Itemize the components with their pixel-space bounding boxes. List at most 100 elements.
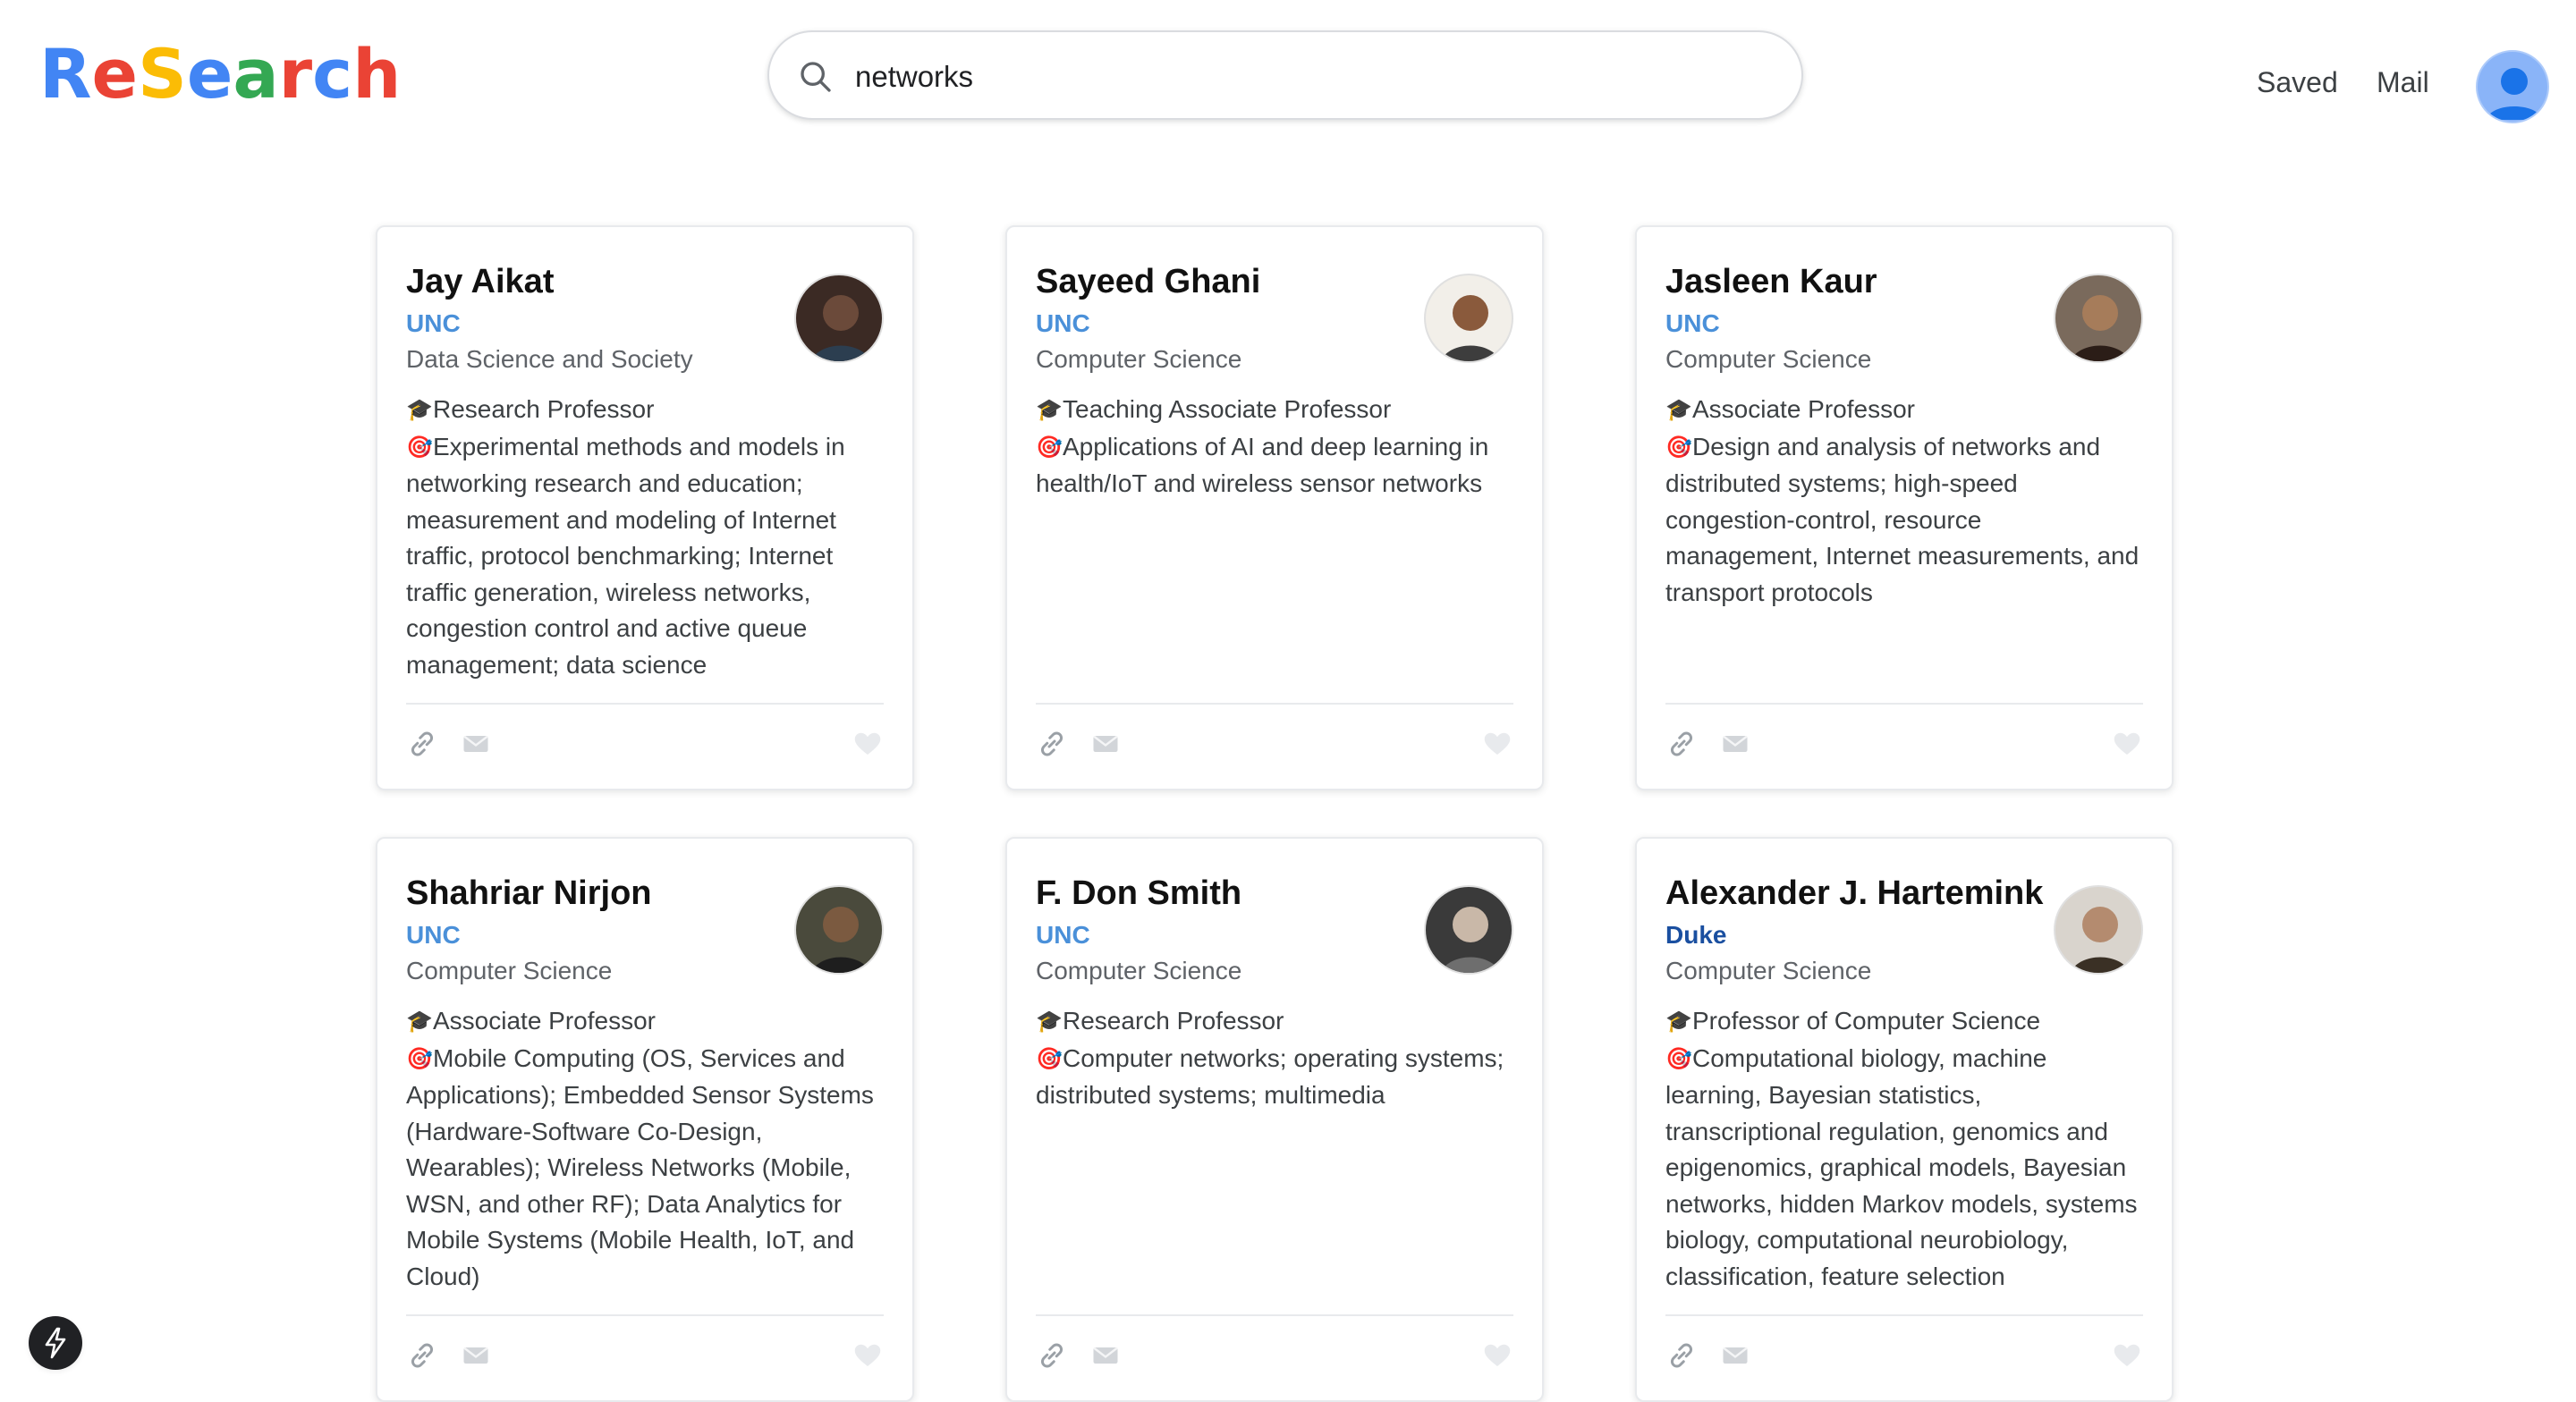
interests-line: transcriptional regulation, genomics and bbox=[1665, 1117, 2108, 1145]
researcher-card[interactable]: F. Don Smith UNC Computer Science 🎓Resea… bbox=[1005, 837, 1544, 1402]
heart-icon[interactable] bbox=[1481, 728, 1513, 760]
card-divider bbox=[1036, 703, 1513, 705]
top-bar: ReSearch Saved Mail bbox=[0, 0, 2576, 179]
mail-icon[interactable] bbox=[460, 728, 492, 760]
researcher-card[interactable]: Shahriar Nirjon UNC Computer Science 🎓As… bbox=[376, 837, 914, 1402]
logo-letter: R bbox=[39, 34, 92, 114]
logo-letter: e bbox=[91, 34, 139, 114]
interests-text: Mobile Computing (OS, Services and bbox=[433, 1043, 845, 1072]
interests-line: measurement and modeling of Internet bbox=[406, 505, 836, 534]
card-actions bbox=[1036, 728, 1513, 764]
interests-line: networks, hidden Markov models, systems bbox=[1665, 1189, 2138, 1218]
position-line: 🎓Associate Professor bbox=[406, 1003, 898, 1041]
quick-action-button[interactable] bbox=[29, 1316, 82, 1370]
heart-icon[interactable] bbox=[2111, 1339, 2143, 1372]
heart-icon[interactable] bbox=[2111, 728, 2143, 760]
researcher-name[interactable]: Shahriar Nirjon bbox=[406, 874, 652, 913]
interests-line: congestion-control, resource bbox=[1665, 505, 1982, 534]
interests-line: Wearables); Wireless Networks (Mobile, bbox=[406, 1153, 852, 1181]
researcher-photo bbox=[1424, 274, 1513, 363]
graduation-cap-icon: 🎓 bbox=[406, 1009, 433, 1034]
link-icon[interactable] bbox=[406, 728, 438, 760]
interests-line: traffic generation, wireless networks, bbox=[406, 578, 811, 606]
researcher-name[interactable]: Jay Aikat bbox=[406, 263, 554, 301]
researcher-card[interactable]: Alexander J. Hartemink Duke Computer Sci… bbox=[1635, 837, 2174, 1402]
position-title: Teaching Associate Professor bbox=[1063, 395, 1392, 423]
researcher-name[interactable]: F. Don Smith bbox=[1036, 874, 1241, 913]
card-details: 🎓Research Professor 🎯Experimental method… bbox=[406, 392, 898, 683]
interests-line: biology, computational neurobiology, bbox=[1665, 1226, 2069, 1254]
interests-line: 🎯Experimental methods and models in bbox=[406, 429, 898, 467]
interests-line: epigenomics, graphical models, Bayesian bbox=[1665, 1153, 2127, 1181]
position-title: Professor of Computer Science bbox=[1692, 1007, 2041, 1035]
logo[interactable]: ReSearch bbox=[39, 34, 401, 114]
interests-text: Experimental methods and models in bbox=[433, 432, 845, 460]
target-icon: 🎯 bbox=[406, 1046, 433, 1071]
department-label: Computer Science bbox=[1036, 957, 1242, 984]
interests-text: Computer networks; operating systems; bbox=[1063, 1043, 1504, 1072]
graduation-cap-icon: 🎓 bbox=[1036, 398, 1063, 422]
researcher-card[interactable]: Jasleen Kaur UNC Computer Science 🎓Assoc… bbox=[1635, 225, 2174, 790]
card-details: 🎓Teaching Associate Professor 🎯Applicati… bbox=[1036, 392, 1528, 503]
researcher-photo bbox=[1424, 885, 1513, 975]
department-label: Data Science and Society bbox=[406, 345, 693, 373]
researcher-photo bbox=[794, 274, 884, 363]
researcher-name[interactable]: Alexander J. Hartemink bbox=[1665, 874, 2043, 913]
card-actions bbox=[1665, 1339, 2143, 1375]
portrait-image bbox=[2055, 275, 2141, 361]
heart-icon[interactable] bbox=[1481, 1339, 1513, 1372]
mail-icon[interactable] bbox=[1089, 728, 1122, 760]
position-line: 🎓Professor of Computer Science bbox=[1665, 1003, 2157, 1041]
link-icon[interactable] bbox=[1036, 1339, 1068, 1372]
card-details: 🎓Professor of Computer Science 🎯Computat… bbox=[1665, 1003, 2157, 1295]
mail-icon[interactable] bbox=[1719, 728, 1751, 760]
portrait-image bbox=[796, 275, 882, 361]
mail-icon[interactable] bbox=[1719, 1339, 1751, 1372]
researcher-photo bbox=[2054, 274, 2143, 363]
interests-line: management, Internet measurements, and bbox=[1665, 542, 2140, 570]
position-title: Research Professor bbox=[1063, 1007, 1284, 1035]
target-icon: 🎯 bbox=[406, 435, 433, 460]
interests-line: 🎯Applications of AI and deep learning in bbox=[1036, 429, 1528, 467]
card-actions bbox=[1665, 728, 2143, 764]
institution-label: Duke bbox=[1665, 921, 1727, 949]
link-icon[interactable] bbox=[1036, 728, 1068, 760]
heart-icon[interactable] bbox=[852, 728, 884, 760]
researcher-name[interactable]: Sayeed Ghani bbox=[1036, 263, 1260, 301]
interests-line: distributed systems; multimedia bbox=[1036, 1081, 1385, 1109]
heart-icon[interactable] bbox=[852, 1339, 884, 1372]
search-bar[interactable] bbox=[767, 30, 1803, 120]
interests-line: Cloud) bbox=[406, 1262, 480, 1290]
link-icon[interactable] bbox=[406, 1339, 438, 1372]
portrait-image bbox=[2055, 887, 2141, 973]
portrait-image bbox=[1426, 887, 1512, 973]
department-label: Computer Science bbox=[406, 957, 613, 984]
interests-line: classification, feature selection bbox=[1665, 1262, 2005, 1290]
mail-icon[interactable] bbox=[1089, 1339, 1122, 1372]
search-input[interactable] bbox=[855, 50, 1750, 104]
graduation-cap-icon: 🎓 bbox=[1665, 1009, 1692, 1034]
interests-line: distributed systems; high-speed bbox=[1665, 469, 2018, 497]
target-icon: 🎯 bbox=[1036, 435, 1063, 460]
search-icon[interactable] bbox=[798, 59, 834, 95]
graduation-cap-icon: 🎓 bbox=[1665, 398, 1692, 422]
department-label: Computer Science bbox=[1665, 345, 1872, 373]
interests-line: WSN, and other RF); Data Analytics for bbox=[406, 1189, 843, 1218]
researcher-card[interactable]: Sayeed Ghani UNC Computer Science 🎓Teach… bbox=[1005, 225, 1544, 790]
position-title: Associate Professor bbox=[433, 1007, 656, 1035]
user-avatar[interactable] bbox=[2476, 50, 2549, 123]
mail-icon[interactable] bbox=[460, 1339, 492, 1372]
researcher-name[interactable]: Jasleen Kaur bbox=[1665, 263, 1877, 301]
position-title: Associate Professor bbox=[1692, 395, 1915, 423]
nav-mail-link[interactable]: Mail bbox=[2377, 66, 2429, 99]
link-icon[interactable] bbox=[1665, 1339, 1698, 1372]
interests-text: Applications of AI and deep learning in bbox=[1063, 432, 1489, 460]
interests-line: Applications); Embedded Sensor Systems bbox=[406, 1081, 874, 1109]
institution-label: UNC bbox=[1036, 309, 1090, 337]
link-icon[interactable] bbox=[1665, 728, 1698, 760]
institution-label: UNC bbox=[1036, 921, 1090, 949]
researcher-card[interactable]: Jay Aikat UNC Data Science and Society 🎓… bbox=[376, 225, 914, 790]
position-title: Research Professor bbox=[433, 395, 655, 423]
interests-line: (Hardware-Software Co-Design, bbox=[406, 1117, 763, 1145]
nav-saved-link[interactable]: Saved bbox=[2257, 66, 2338, 99]
